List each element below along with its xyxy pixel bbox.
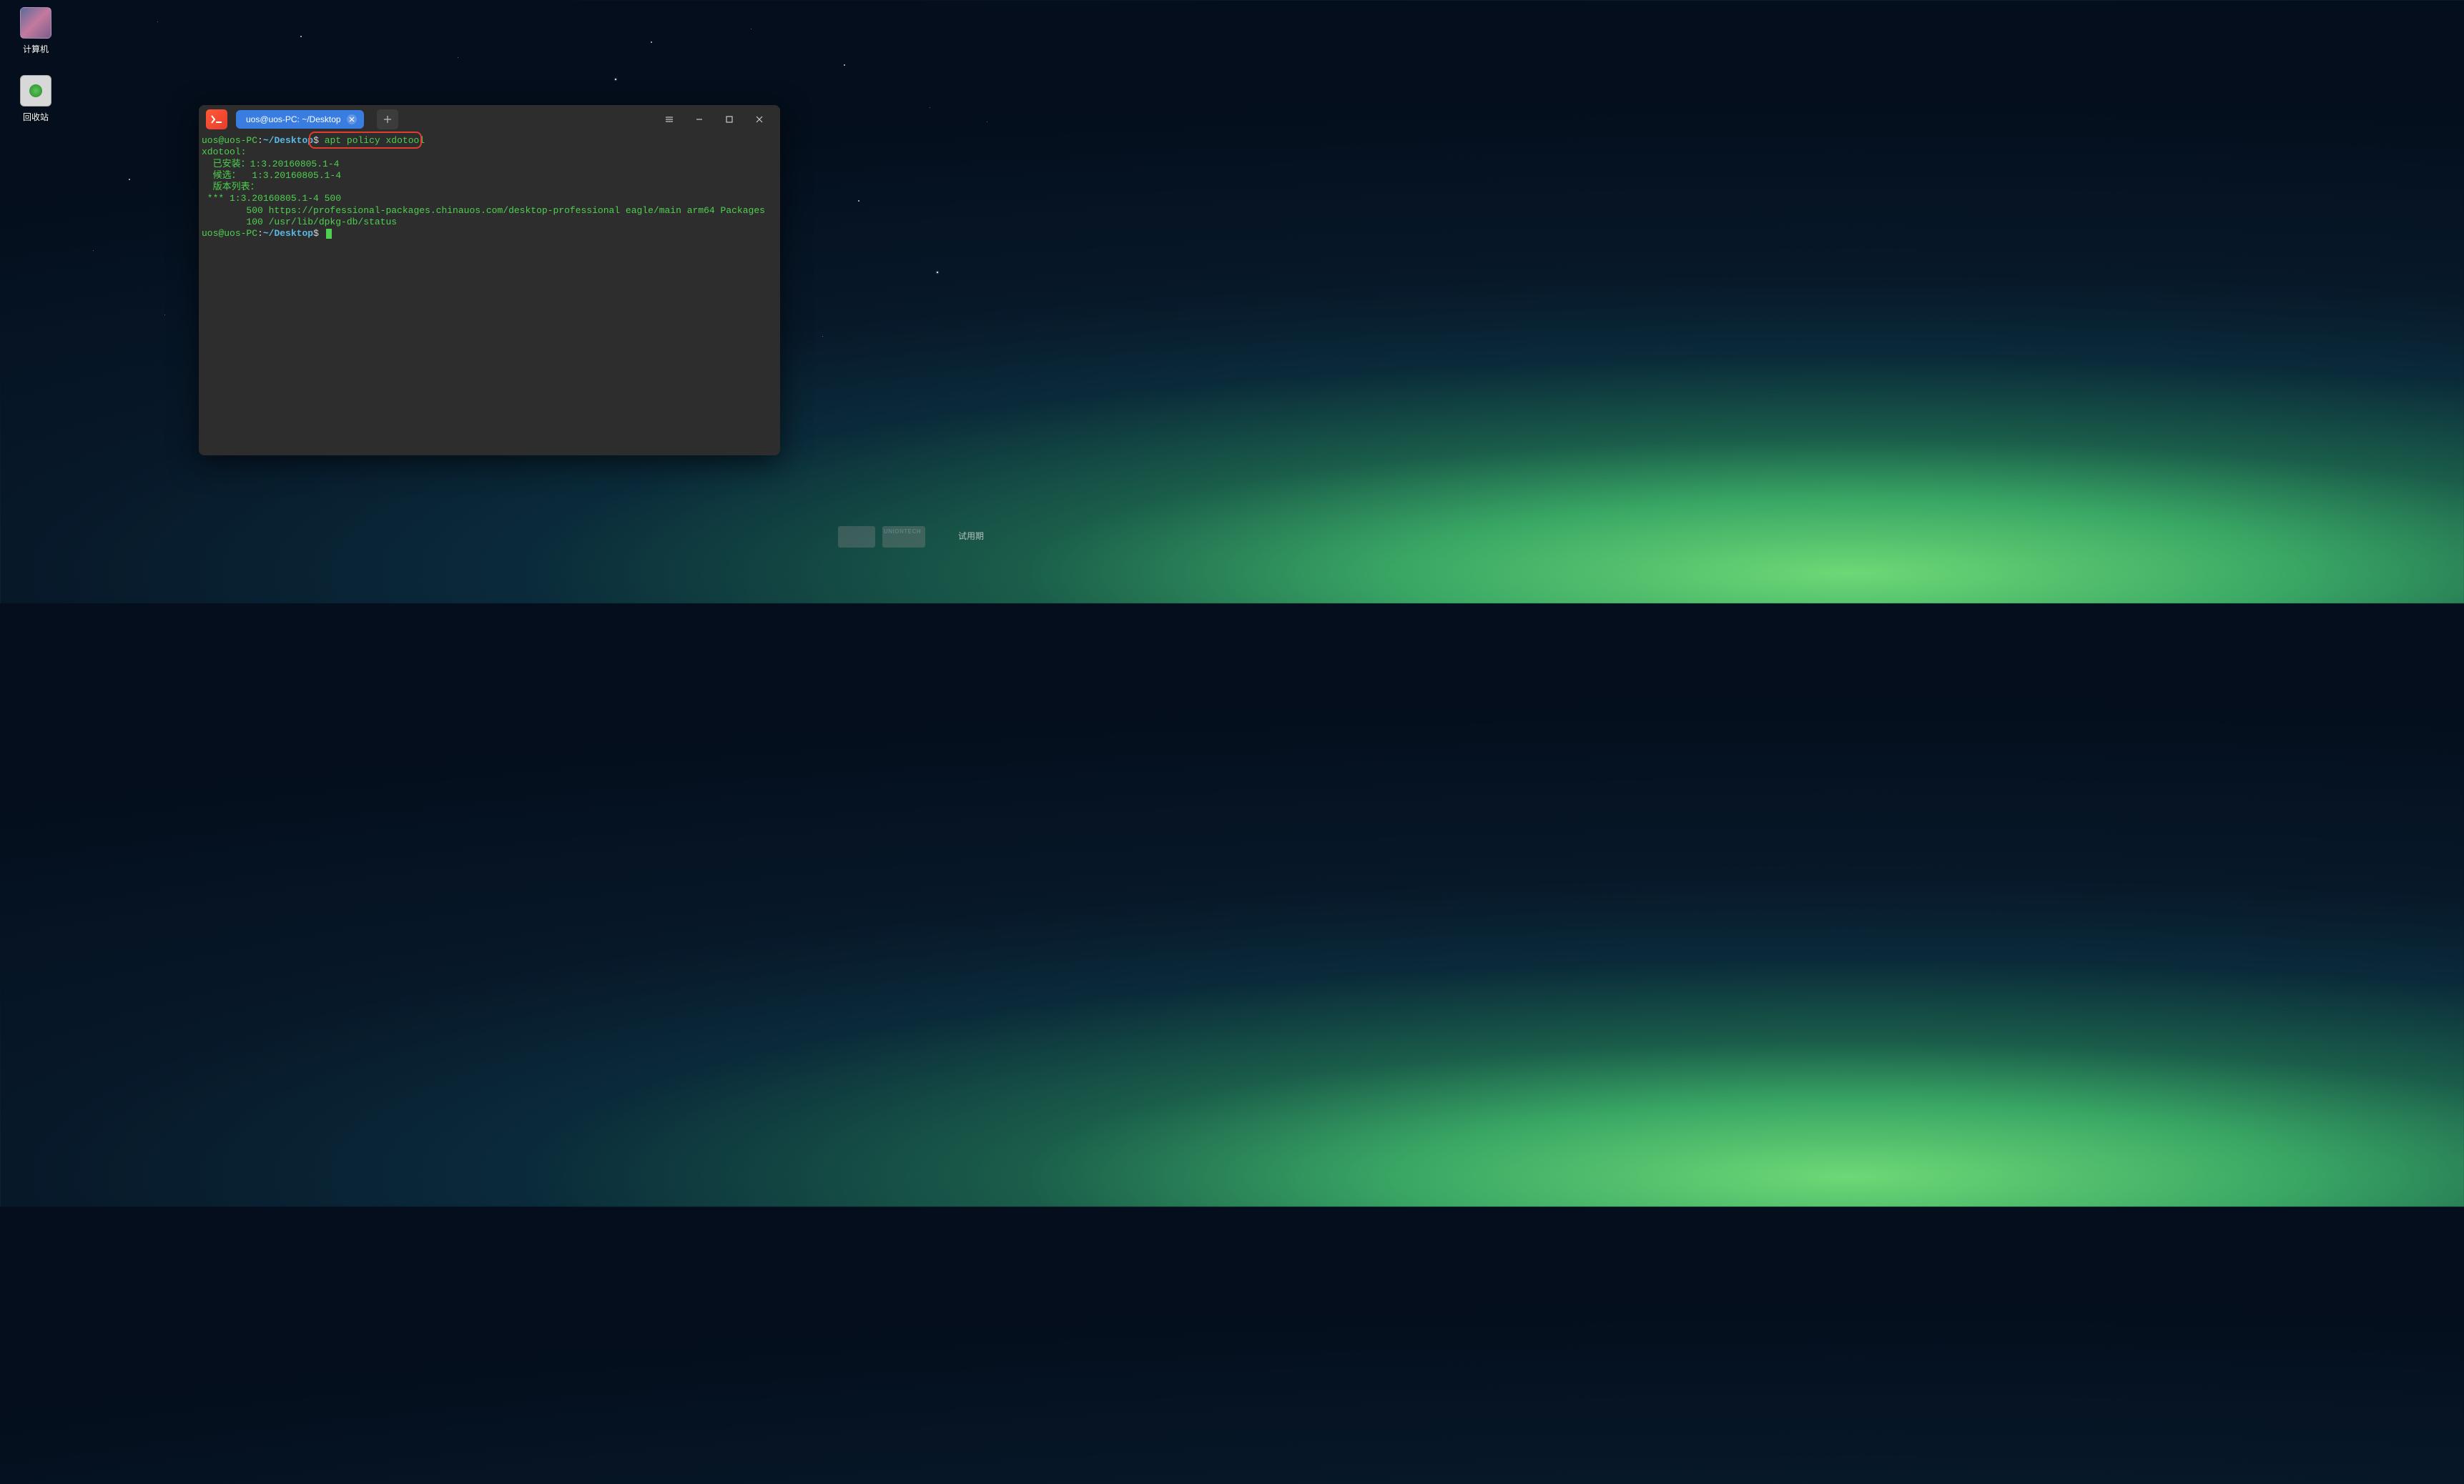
terminal-tab[interactable]: uos@uos-PC: ~/Desktop <box>236 110 364 129</box>
terminal-app-icon <box>206 109 227 129</box>
prompt-path: ~/Desktop <box>263 135 313 146</box>
prompt-host: uos-PC <box>224 228 257 239</box>
maximize-button[interactable] <box>714 105 744 134</box>
tab-title: uos@uos-PC: ~/Desktop <box>246 114 341 124</box>
output-line: 100 /usr/lib/dpkg-db/status <box>202 217 397 227</box>
terminal-body[interactable]: uos@uos-PC:~/Desktop$ apt policy xdotool… <box>199 134 780 455</box>
prompt-host: uos-PC <box>224 135 257 146</box>
hamburger-icon <box>664 114 674 124</box>
plus-icon <box>383 115 392 124</box>
trash-icon <box>20 75 51 107</box>
minimize-icon <box>694 114 704 124</box>
window-controls <box>654 105 774 134</box>
close-icon <box>349 117 355 122</box>
output-line: xdotool: <box>202 147 246 157</box>
desktop-icon-computer[interactable]: 计算机 <box>13 7 59 55</box>
new-tab-button[interactable] <box>377 109 398 129</box>
computer-icon <box>20 7 51 39</box>
desktop-icon-label: 计算机 <box>23 43 49 55</box>
desktop-icon-label: 回收站 <box>23 111 49 123</box>
desktop-icons: 计算机 回收站 <box>13 7 59 143</box>
close-icon <box>754 114 764 124</box>
watermark: UNIONTECH <box>838 526 925 548</box>
watermark-key <box>838 526 875 548</box>
output-line: 已安装：1:3.20160805.1-4 <box>202 159 339 169</box>
output-line: 版本列表： <box>202 182 260 192</box>
titlebar[interactable]: uos@uos-PC: ~/Desktop <box>199 105 780 134</box>
maximize-icon <box>724 114 734 124</box>
desktop-icon-trash[interactable]: 回收站 <box>13 75 59 123</box>
menu-button[interactable] <box>654 105 684 134</box>
close-button[interactable] <box>744 105 774 134</box>
command-text: apt policy xdotool <box>325 135 425 146</box>
prompt-user: uos <box>202 135 218 146</box>
cursor <box>326 229 332 239</box>
tab-close-button[interactable] <box>347 114 357 124</box>
terminal-window: uos@uos-PC: ~/Desktop uos@uos-PC:~/Deskt… <box>199 105 780 455</box>
prompt-user: uos <box>202 228 218 239</box>
watermark-key: UNIONTECH <box>882 526 925 548</box>
minimize-button[interactable] <box>684 105 714 134</box>
prompt-path: ~/Desktop <box>263 228 313 239</box>
output-line: 候选： 1:3.20160805.1-4 <box>202 170 341 181</box>
output-line: *** 1:3.20160805.1-4 500 <box>202 193 341 204</box>
watermark-brand: UNIONTECH <box>884 528 921 535</box>
trial-label: 试用期 <box>958 530 984 542</box>
output-line: 500 https://professional-packages.chinau… <box>202 205 765 216</box>
